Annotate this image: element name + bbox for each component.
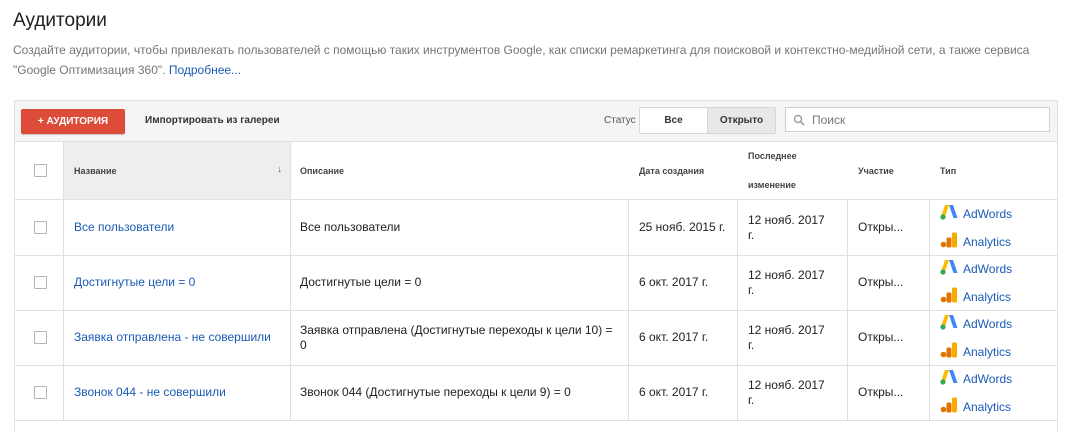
audience-description: Звонок 044 (Достигнутые переходы к цели … bbox=[300, 385, 571, 399]
participation-status: Откры... bbox=[858, 220, 904, 234]
table-row[interactable]: Достигнутые цели = 0 Достигнутые цели = … bbox=[15, 255, 1057, 311]
row-checkbox[interactable] bbox=[34, 386, 47, 399]
search-box[interactable] bbox=[785, 107, 1050, 132]
search-icon bbox=[793, 114, 805, 126]
created-date: 25 нояб. 2015 г. bbox=[639, 220, 726, 234]
import-from-gallery-button[interactable]: Импортировать из галереи bbox=[145, 115, 280, 126]
sort-arrow-down-icon[interactable]: ↓ bbox=[278, 164, 283, 174]
column-header-participation[interactable]: Участие bbox=[858, 142, 894, 199]
type-analytics-label: Analytics bbox=[963, 399, 1012, 414]
search-input[interactable] bbox=[810, 111, 1034, 128]
type-adwords[interactable]: AdWords bbox=[940, 369, 1012, 388]
modified-label-line2: изменение bbox=[748, 180, 796, 190]
table-row[interactable]: Звонок 044 - не совершили Звонок 044 (До… bbox=[15, 365, 1057, 421]
status-option-all[interactable]: Все bbox=[640, 108, 707, 133]
audience-description: Все пользователи bbox=[300, 220, 401, 234]
modified-date: 12 нояб. 2017 г. bbox=[748, 322, 825, 352]
analytics-logo-icon bbox=[940, 287, 963, 306]
type-adwords[interactable]: AdWords bbox=[940, 259, 1012, 278]
table-row[interactable]: Все пользователи Все пользователи 25 ноя… bbox=[15, 200, 1057, 256]
status-option-open[interactable]: Открыто bbox=[707, 108, 775, 133]
column-header-created[interactable]: Дата создания bbox=[639, 142, 704, 199]
add-audience-button[interactable]: + АУДИТОРИЯ bbox=[21, 109, 125, 134]
type-analytics-label: Analytics bbox=[963, 344, 1012, 359]
toolbar: + АУДИТОРИЯ Импортировать из галереи Ста… bbox=[15, 101, 1057, 142]
type-list: AdWords Analytics bbox=[940, 200, 1012, 255]
audience-name-link[interactable]: Заявка отправлена - не совершили bbox=[74, 310, 284, 365]
analytics-logo-icon bbox=[940, 342, 963, 361]
type-adwords-label: AdWords bbox=[963, 371, 1013, 386]
type-adwords[interactable]: AdWords bbox=[940, 204, 1012, 223]
analytics-logo-icon bbox=[940, 397, 963, 416]
participation-status: Откры... bbox=[858, 275, 904, 289]
column-header-name[interactable]: Название ↓ bbox=[63, 142, 291, 199]
type-analytics[interactable]: Analytics bbox=[940, 342, 1012, 361]
audience-description: Достигнутые цели = 0 bbox=[300, 275, 422, 289]
audiences-panel: + АУДИТОРИЯ Импортировать из галереи Ста… bbox=[14, 100, 1058, 431]
modified-date: 12 нояб. 2017 г. bbox=[748, 377, 825, 407]
column-header-type[interactable]: Тип bbox=[940, 142, 956, 199]
audience-name-link[interactable]: Звонок 044 - не совершили bbox=[74, 365, 284, 420]
analytics-logo-icon bbox=[940, 232, 963, 251]
audience-description: Заявка отправлена (Достигнутые переходы … bbox=[300, 322, 613, 352]
adwords-logo-icon bbox=[940, 259, 963, 278]
adwords-logo-icon bbox=[940, 204, 963, 223]
page-title: Аудитории bbox=[13, 10, 107, 31]
audience-name-link[interactable]: Все пользователи bbox=[74, 200, 284, 255]
column-name-label: Название bbox=[74, 165, 117, 176]
type-adwords-label: AdWords bbox=[963, 316, 1013, 331]
page-description: Создайте аудитории, чтобы привлекать пол… bbox=[13, 40, 1058, 80]
type-list: AdWords Analytics bbox=[940, 365, 1012, 420]
created-date: 6 окт. 2017 г. bbox=[639, 330, 709, 344]
status-label: Статус bbox=[604, 115, 636, 126]
participation-status: Откры... bbox=[858, 330, 904, 344]
row-checkbox[interactable] bbox=[34, 331, 47, 344]
audience-name-link[interactable]: Достигнутые цели = 0 bbox=[74, 255, 284, 310]
created-date: 6 окт. 2017 г. bbox=[639, 275, 709, 289]
modified-date: 12 нояб. 2017 г. bbox=[748, 267, 825, 297]
type-adwords-label: AdWords bbox=[963, 206, 1013, 221]
modified-date: 12 нояб. 2017 г. bbox=[748, 212, 825, 242]
column-header-modified[interactable]: Последнее изменение bbox=[748, 142, 797, 199]
modified-label-line1: Последнее bbox=[748, 151, 797, 161]
more-link[interactable]: Подробнее... bbox=[169, 63, 241, 77]
table-row[interactable]: Заявка отправлена - не совершили Заявка … bbox=[15, 310, 1057, 366]
type-analytics[interactable]: Analytics bbox=[940, 287, 1012, 306]
type-analytics[interactable]: Analytics bbox=[940, 232, 1012, 251]
select-all-checkbox[interactable] bbox=[34, 164, 47, 177]
type-analytics[interactable]: Analytics bbox=[940, 397, 1012, 416]
type-adwords-label: AdWords bbox=[963, 261, 1013, 276]
row-checkbox[interactable] bbox=[34, 276, 47, 289]
type-list: AdWords Analytics bbox=[940, 255, 1012, 310]
adwords-logo-icon bbox=[940, 314, 963, 333]
status-filter: Все Открыто bbox=[639, 107, 776, 134]
table-header: Название ↓ Описание Дата создания Послед… bbox=[15, 142, 1057, 200]
type-adwords[interactable]: AdWords bbox=[940, 314, 1012, 333]
created-date: 6 окт. 2017 г. bbox=[639, 385, 709, 399]
adwords-logo-icon bbox=[940, 369, 963, 388]
type-analytics-label: Analytics bbox=[963, 234, 1012, 249]
type-list: AdWords Analytics bbox=[940, 310, 1012, 365]
participation-status: Откры... bbox=[858, 385, 904, 399]
column-header-description[interactable]: Описание bbox=[300, 142, 344, 199]
description-text: Создайте аудитории, чтобы привлекать пол… bbox=[13, 43, 1030, 77]
row-checkbox[interactable] bbox=[34, 221, 47, 234]
type-analytics-label: Analytics bbox=[963, 289, 1012, 304]
